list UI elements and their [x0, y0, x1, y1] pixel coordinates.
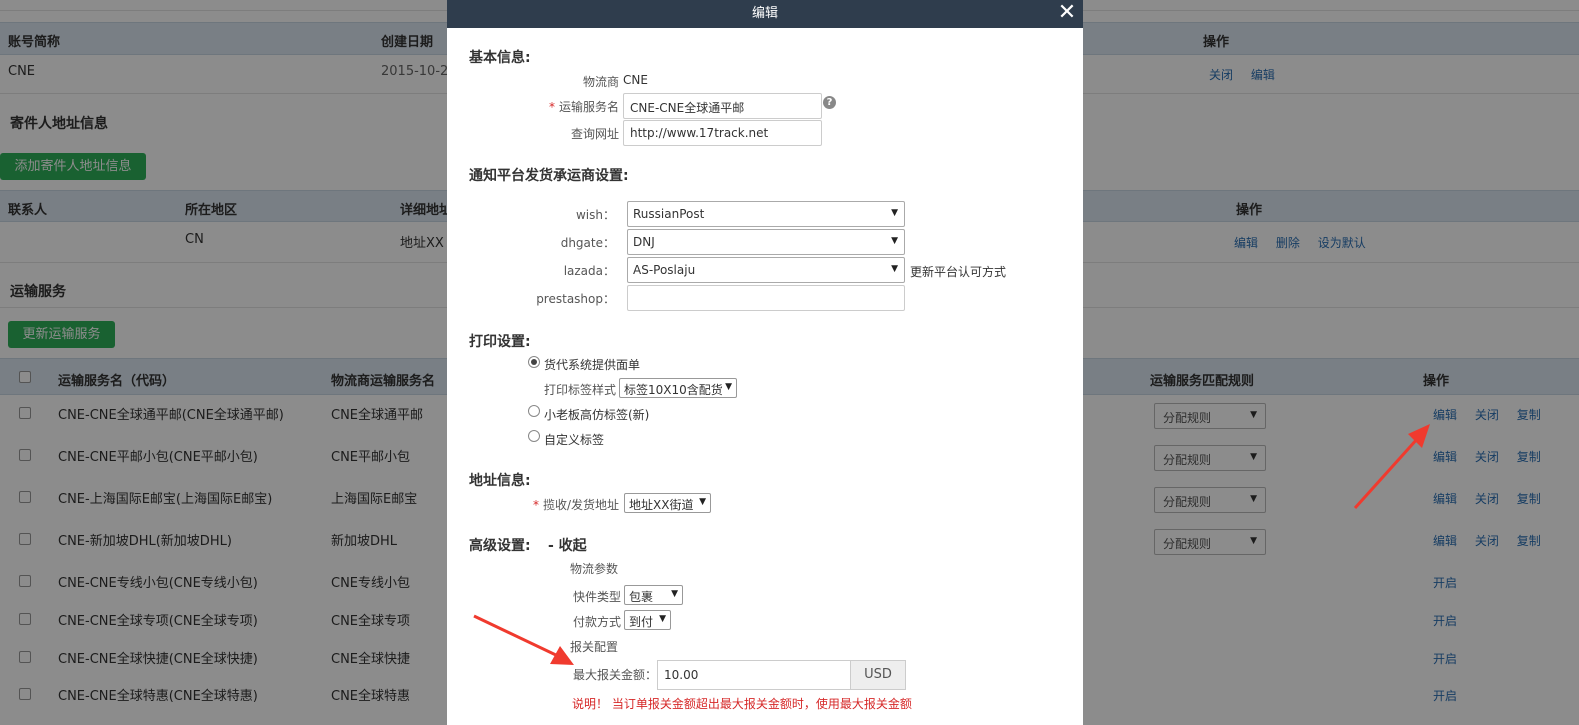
print-settings-title: 打印设置:	[469, 334, 531, 350]
update-platform-link[interactable]: 更新平台认可方式	[910, 263, 1006, 280]
label-style-select[interactable]: 标签10X10含配货 ▼	[619, 378, 737, 398]
package-type-label: 快件类型	[573, 590, 622, 604]
service-name-label: * 运输服务名	[548, 100, 619, 114]
query-url-label: 查询网址	[570, 127, 619, 141]
wish-carrier-select[interactable]: RussianPost ▼	[627, 201, 905, 227]
max-declare-input[interactable]: 10.00	[657, 660, 851, 690]
print-option-template: 小老板高仿标签(新)	[544, 408, 650, 422]
logistics-params-label: 物流参数	[570, 562, 619, 576]
carrier-label: 物流商	[582, 75, 619, 89]
print-option-radio[interactable]	[528, 356, 540, 368]
dhgate-carrier-select[interactable]: DNJ ▼	[627, 229, 905, 255]
currency-addon: USD	[850, 660, 906, 690]
lazada-label: lazada：	[563, 264, 615, 278]
label-style-label: 打印标签样式	[544, 383, 617, 397]
dhgate-label: dhgate：	[560, 236, 615, 250]
annotation-arrow-icon	[473, 614, 574, 665]
wish-label: wish：	[575, 208, 615, 222]
advanced-settings-title: 高级设置:	[469, 538, 531, 554]
modal-header: 编辑 ✕	[447, 0, 1083, 28]
lazada-carrier-select[interactable]: AS-Poslaju ▼	[627, 257, 905, 283]
package-type-select[interactable]: 包裹 ▼	[624, 585, 683, 605]
modal-title: 编辑	[751, 6, 778, 21]
prestashop-carrier-input[interactable]	[627, 285, 905, 311]
help-icon[interactable]: ?	[823, 96, 836, 109]
print-option-radio[interactable]	[528, 405, 540, 417]
payment-method-label: 付款方式	[573, 615, 622, 629]
query-url-input[interactable]: http://www.17track.net	[623, 120, 822, 146]
collapse-link[interactable]: - 收起	[548, 535, 587, 555]
max-declare-group: 10.00 USD	[657, 660, 907, 690]
prestashop-label: prestashop：	[536, 292, 615, 306]
address-info-title: 地址信息:	[469, 473, 531, 489]
max-declare-label: 最大报关金额：	[573, 668, 658, 682]
payment-method-select[interactable]: 到付 ▼	[624, 610, 671, 630]
print-option-system: 货代系统提供面单	[544, 358, 641, 372]
platform-settings-title: 通知平台发货承运商设置:	[469, 168, 629, 184]
print-option-custom: 自定义标签	[544, 433, 605, 447]
pickup-address-label: * 揽收/发货地址	[532, 498, 619, 512]
basic-info-title: 基本信息:	[469, 50, 531, 66]
annotation-arrow-icon	[1353, 424, 1430, 510]
service-name-input[interactable]: CNE-CNE全球通平邮	[623, 93, 822, 119]
customs-note: 说明！ 当订单报关金额超出最大报关金额时，使用最大报关金额	[572, 697, 912, 711]
close-icon[interactable]: ✕	[1057, 2, 1077, 25]
print-option-radio[interactable]	[528, 430, 540, 442]
pickup-address-select[interactable]: 地址XX街道 ▼	[624, 493, 711, 513]
carrier-value: CNE	[623, 73, 648, 87]
